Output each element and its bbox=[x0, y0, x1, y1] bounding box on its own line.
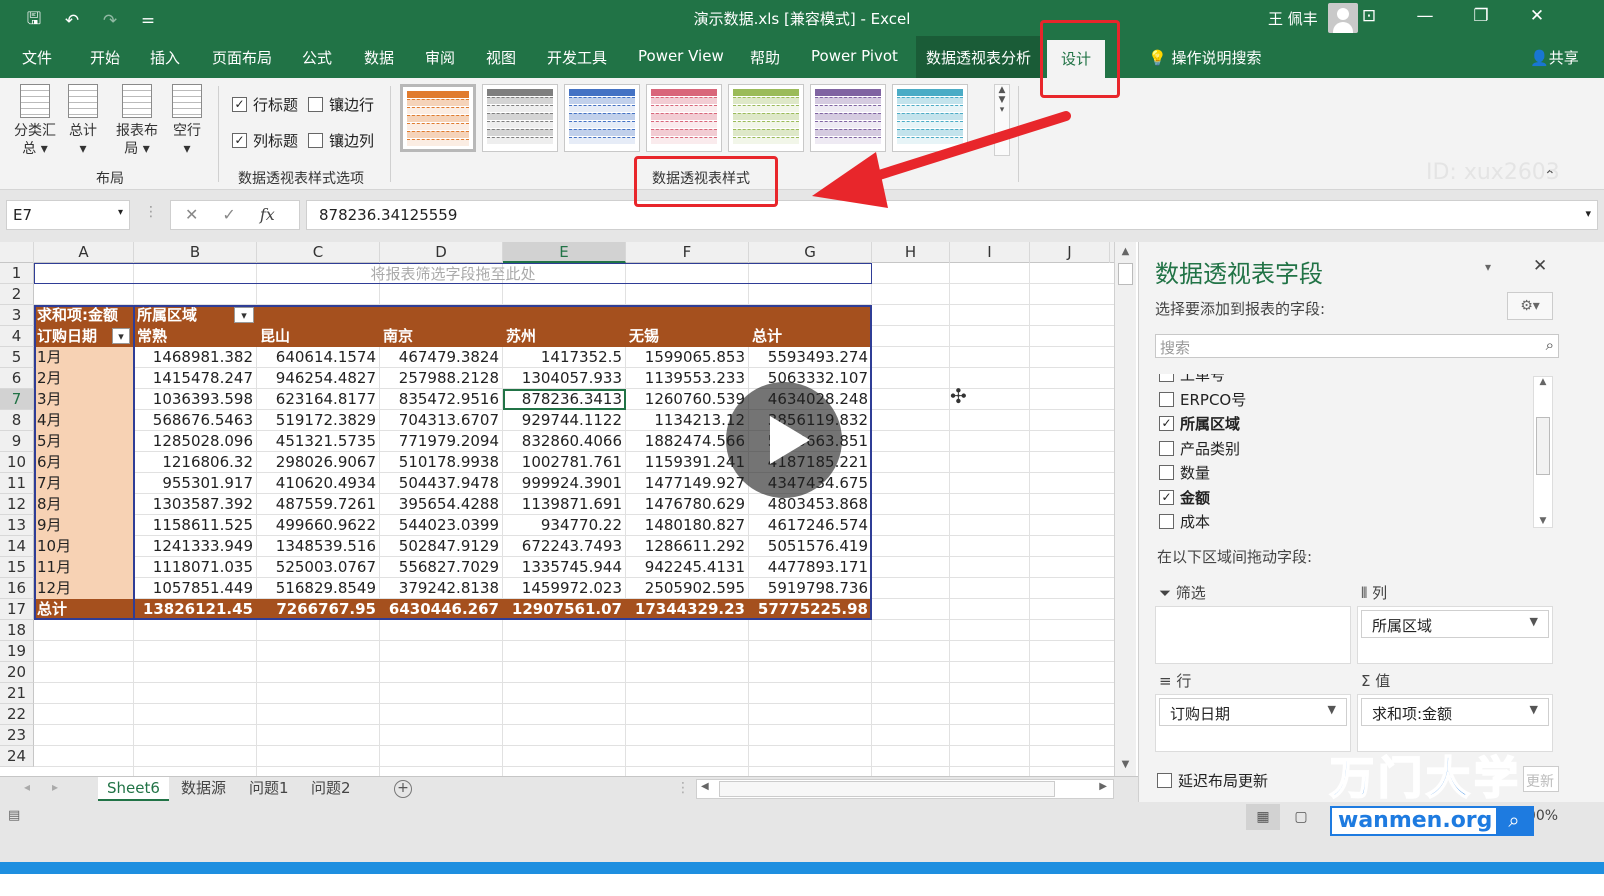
watermark: 万门大学 wanmen.org ⌕ bbox=[1329, 753, 1536, 848]
video-play-button[interactable] bbox=[726, 382, 842, 498]
watermark-url: wanmen.org bbox=[1338, 808, 1493, 833]
watermark-logo: 万门大学 bbox=[1329, 753, 1522, 804]
watermark-url-box: wanmen.org ⌕ bbox=[1330, 806, 1534, 836]
excel-window: 🖫 ↶ ↷ = 演示数据.xls [兼容模式] - Excel 王 佩丰 ⊡ —… bbox=[0, 0, 1604, 896]
mouse-cursor-icon: ✣ bbox=[950, 384, 967, 408]
play-icon bbox=[770, 416, 810, 464]
watermark-search-icon: ⌕ bbox=[1496, 808, 1532, 834]
